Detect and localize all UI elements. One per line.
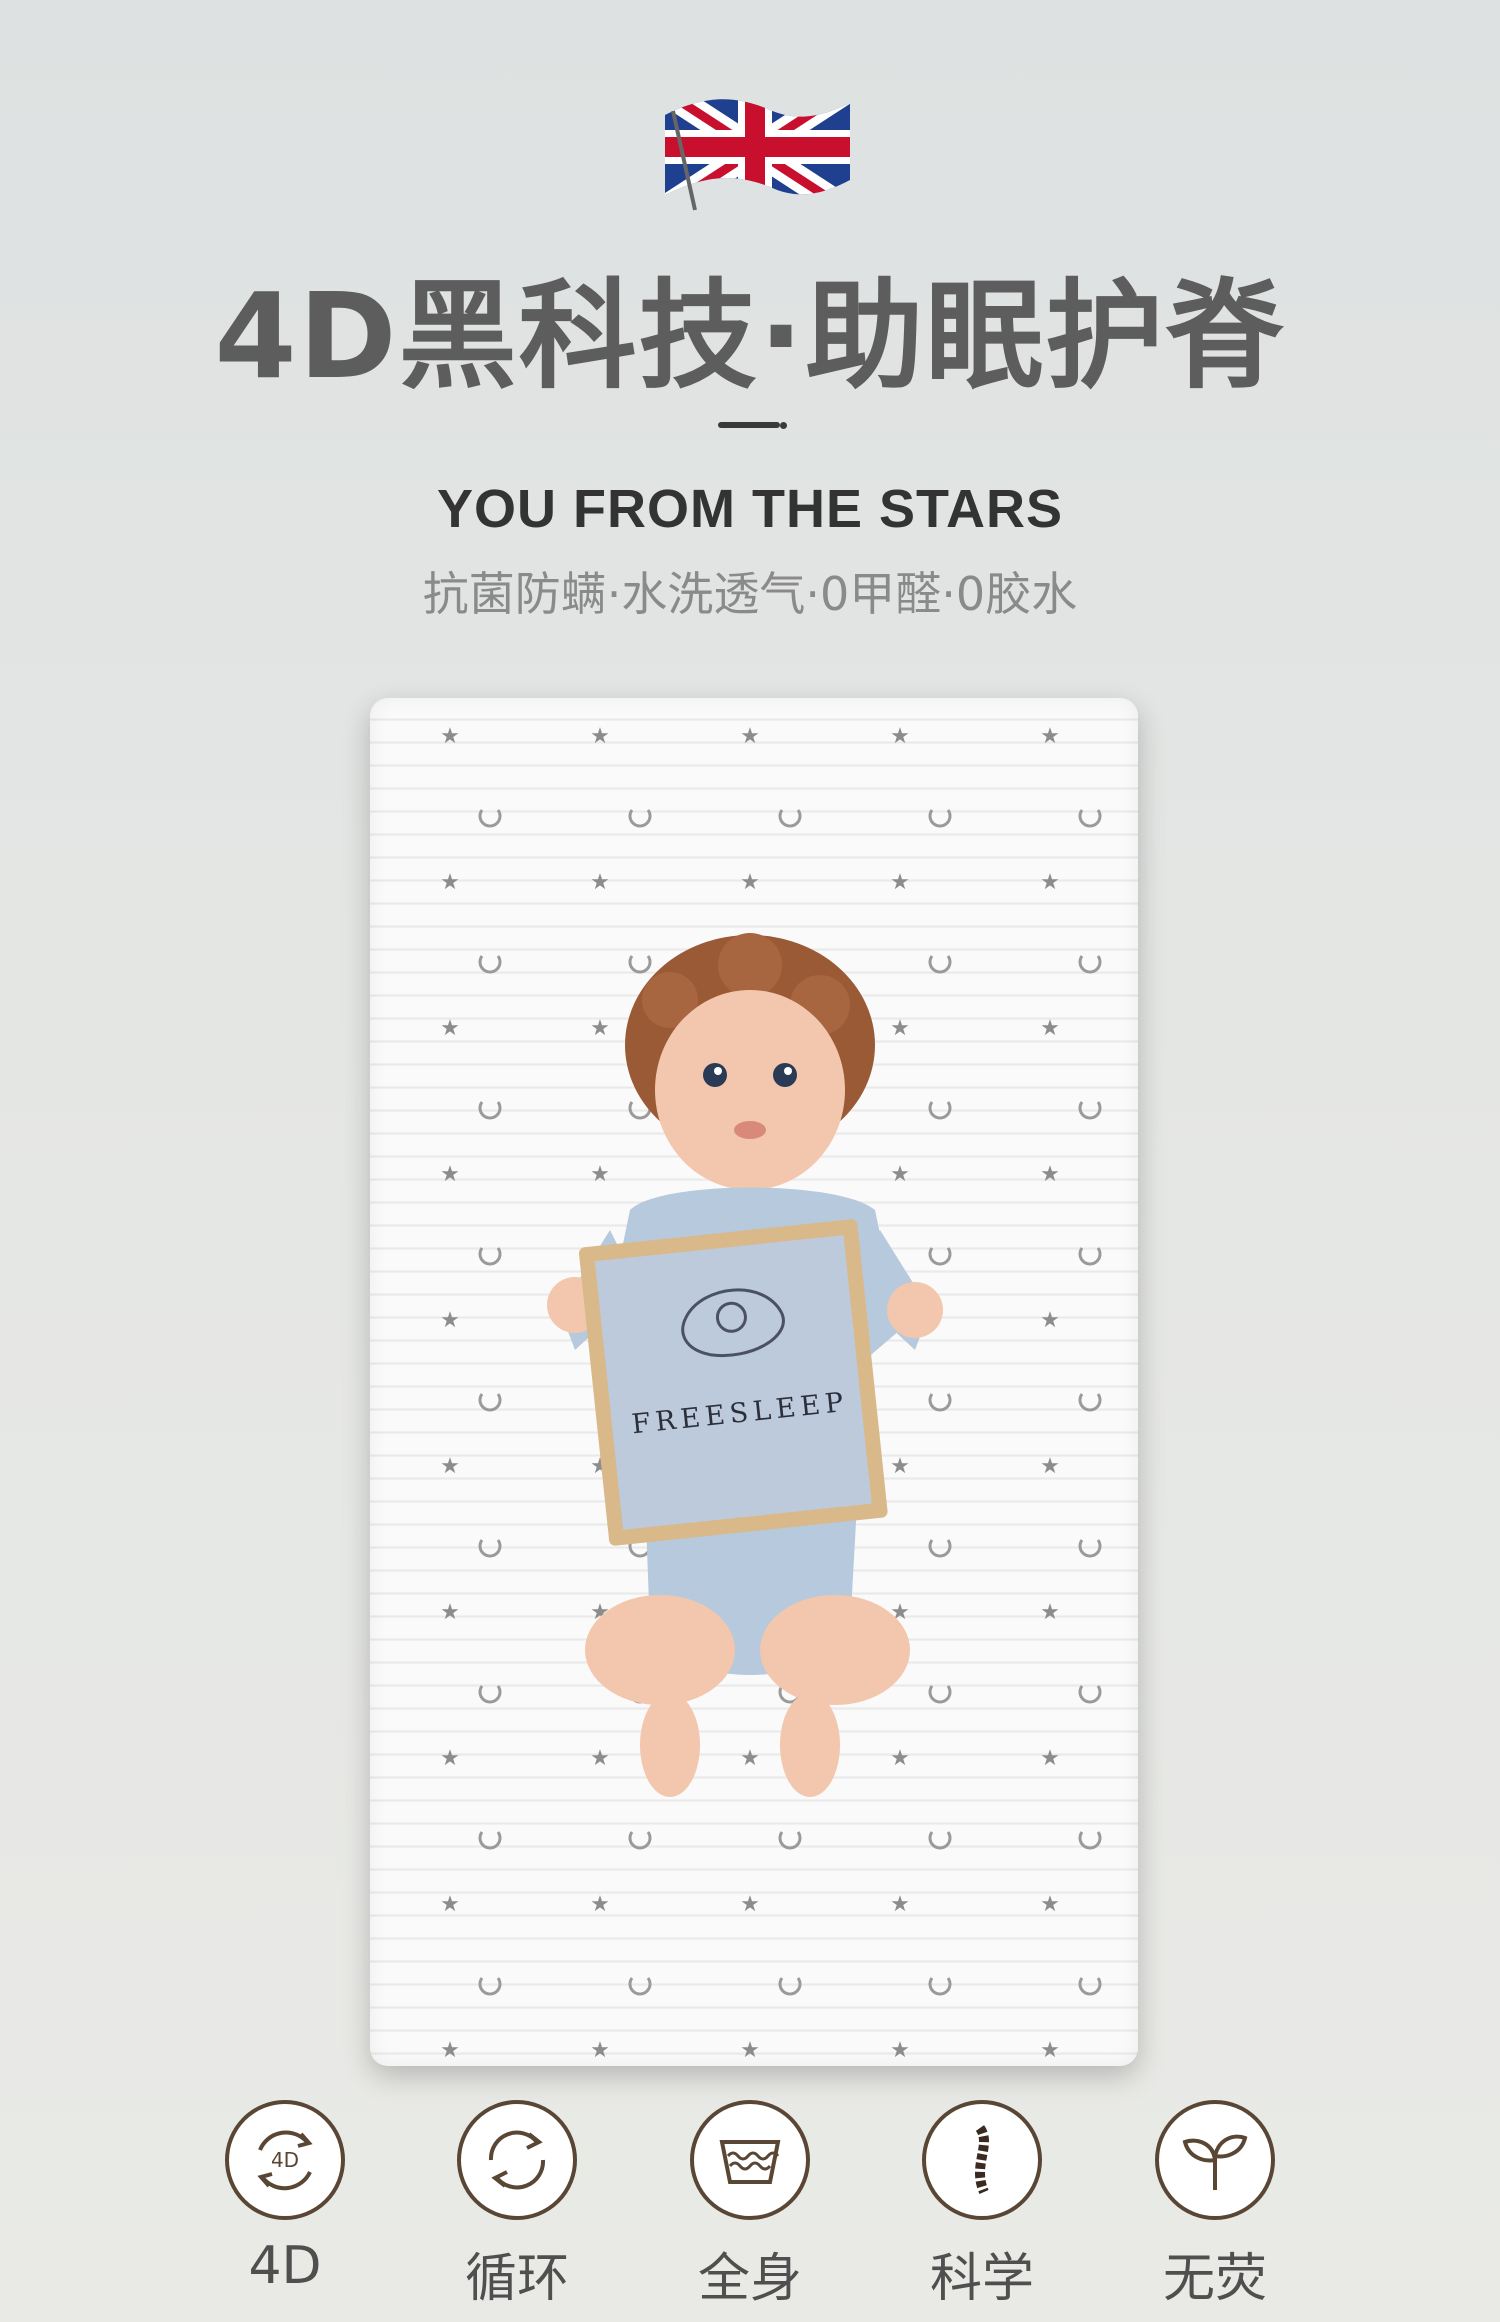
spine-icon bbox=[922, 2100, 1042, 2220]
moon-icon bbox=[1078, 1539, 1102, 1558]
star-icon: ★ bbox=[1040, 1162, 1060, 1187]
moon-icon bbox=[478, 1101, 502, 1120]
moon-icon bbox=[478, 1247, 502, 1266]
moon-icon bbox=[628, 1831, 652, 1850]
moon-icon bbox=[478, 1977, 502, 1996]
star-icon: ★ bbox=[440, 1454, 460, 1479]
star-icon: ★ bbox=[440, 1892, 460, 1917]
moon-icon bbox=[1078, 1101, 1102, 1120]
moon-icon bbox=[1078, 1393, 1102, 1412]
star-icon: ★ bbox=[1040, 1746, 1060, 1771]
title-divider bbox=[718, 422, 780, 428]
4d-rotate-icon: 4D bbox=[225, 2100, 345, 2220]
moon-icon bbox=[628, 809, 652, 828]
moon-icon bbox=[1078, 1247, 1102, 1266]
cycle-arrows-icon bbox=[457, 2100, 577, 2220]
moon-icon bbox=[478, 809, 502, 828]
star-icon: ★ bbox=[1040, 1308, 1060, 1333]
moon-icon bbox=[478, 955, 502, 974]
star-icon: ★ bbox=[890, 2038, 910, 2063]
title-divider-dot bbox=[780, 422, 787, 429]
star-icon: ★ bbox=[740, 724, 760, 749]
baby-illustration bbox=[547, 933, 943, 1797]
star-icon: ★ bbox=[1040, 1454, 1060, 1479]
star-icon: ★ bbox=[740, 870, 760, 895]
feature-label-wash: 全身 bbox=[697, 2249, 802, 2309]
uk-flag-icon bbox=[665, 99, 850, 211]
feature-label-4d: 4D bbox=[248, 2236, 322, 2296]
moon-icon bbox=[778, 809, 802, 828]
star-icon: ★ bbox=[440, 1016, 460, 1041]
page-title: 4D黑科技·助眠护脊 bbox=[214, 267, 1286, 405]
star-icon: ★ bbox=[590, 870, 610, 895]
feature-sprout: 无荧 bbox=[1130, 2100, 1300, 2311]
subtitle-english: YOU FROM THE STARS bbox=[436, 479, 1063, 539]
star-icon: ★ bbox=[1040, 1600, 1060, 1625]
moon-icon bbox=[928, 809, 952, 828]
feature-label-cycle: 循环 bbox=[464, 2249, 569, 2309]
moon-icon bbox=[928, 1831, 952, 1850]
star-icon: ★ bbox=[1040, 724, 1060, 749]
4d-icon-text: 4D bbox=[271, 2148, 299, 2172]
moon-icon bbox=[928, 1977, 952, 1996]
star-icon: ★ bbox=[890, 870, 910, 895]
moon-icon bbox=[1078, 955, 1102, 974]
star-icon: ★ bbox=[1040, 870, 1060, 895]
star-icon: ★ bbox=[440, 1162, 460, 1187]
star-icon: ★ bbox=[1040, 1892, 1060, 1917]
moon-icon bbox=[1078, 1685, 1102, 1704]
star-icon: ★ bbox=[440, 1600, 460, 1625]
star-icon: ★ bbox=[1040, 2038, 1060, 2063]
moon-icon bbox=[1078, 1977, 1102, 1996]
star-icon: ★ bbox=[590, 2038, 610, 2063]
feature-spine: 科学 bbox=[897, 2100, 1067, 2311]
star-icon: ★ bbox=[440, 1746, 460, 1771]
moon-icon bbox=[478, 1685, 502, 1704]
sprout-icon bbox=[1155, 2100, 1275, 2220]
moon-icon bbox=[778, 1977, 802, 1996]
moon-icon bbox=[478, 1539, 502, 1558]
moon-icon bbox=[478, 1393, 502, 1412]
moon-icon bbox=[478, 1831, 502, 1850]
feature-label-sprout: 无荧 bbox=[1162, 2249, 1267, 2309]
feature-label-spine: 科学 bbox=[929, 2249, 1034, 2309]
star-icon: ★ bbox=[740, 1892, 760, 1917]
star-icon: ★ bbox=[440, 724, 460, 749]
feature-wash: 全身 bbox=[665, 2100, 835, 2311]
moon-icon bbox=[1078, 1831, 1102, 1850]
moon-icon bbox=[778, 1831, 802, 1850]
feature-4d: 4D 4D bbox=[200, 2100, 370, 2296]
star-icon: ★ bbox=[590, 724, 610, 749]
star-icon: ★ bbox=[590, 1892, 610, 1917]
water-wave-icon bbox=[690, 2100, 810, 2220]
star-icon: ★ bbox=[1040, 1016, 1060, 1041]
star-icon: ★ bbox=[440, 1308, 460, 1333]
moon-icon bbox=[628, 1977, 652, 1996]
feature-cycle: 循环 bbox=[432, 2100, 602, 2311]
star-icon: ★ bbox=[890, 1892, 910, 1917]
star-icon: ★ bbox=[440, 870, 460, 895]
subtitle-chinese: 抗菌防螨·水洗透气·0甲醛·0胶水 bbox=[422, 567, 1078, 621]
star-icon: ★ bbox=[740, 2038, 760, 2063]
star-icon: ★ bbox=[890, 724, 910, 749]
star-icon: ★ bbox=[440, 2038, 460, 2063]
moon-icon bbox=[1078, 809, 1102, 828]
